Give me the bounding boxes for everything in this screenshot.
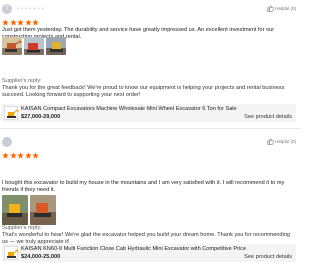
product-price: $27,000-29,000	[21, 114, 61, 120]
review-photos	[2, 37, 66, 55]
supplier-reply: Thank you for the great feedback! We're …	[2, 85, 285, 98]
helpful-button[interactable]: Helpful (0)	[267, 138, 296, 145]
product-title[interactable]: KAISAN Compact Excavators Machine Wholes…	[21, 106, 237, 113]
review-photo[interactable]	[2, 37, 22, 55]
review-card: Helpful (0) I bought this excavator to b…	[0, 133, 300, 264]
avatar	[2, 137, 12, 147]
product-thumbnail	[4, 246, 19, 260]
helpful-button[interactable]: Helpful (0)	[267, 5, 296, 12]
star-rating	[2, 19, 39, 26]
star-icon	[24, 152, 32, 159]
product-price: $24,000-25,000	[21, 254, 61, 260]
supplier-reply-label: Supplier's reply:	[2, 225, 42, 231]
star-icon	[2, 19, 9, 26]
username-masked: • • • • • • •	[17, 6, 45, 12]
review-photo[interactable]	[2, 195, 28, 225]
star-icon	[32, 19, 39, 26]
review-photo[interactable]	[24, 37, 44, 55]
star-icon	[24, 19, 32, 26]
thumbs-up-icon	[267, 5, 274, 12]
avatar: T	[2, 4, 12, 14]
review-photo[interactable]	[30, 195, 56, 225]
review-header: Helpful (0)	[2, 137, 298, 149]
supplier-reply-label: Supplier's reply:	[2, 78, 42, 84]
review-photo[interactable]	[46, 37, 66, 55]
helpful-count: Helpful (0)	[275, 139, 296, 144]
see-product-details-link[interactable]: See product details	[244, 254, 292, 261]
star-icon	[2, 152, 9, 159]
star-icon	[17, 19, 24, 26]
helpful-count: Helpful (0)	[275, 6, 296, 11]
review-card: T • • • • • • • Helpful (0) Just got the…	[0, 0, 300, 127]
star-rating	[2, 152, 39, 159]
star-icon	[9, 19, 17, 26]
review-photos	[2, 195, 56, 225]
review-text: I bought this excavator to build my hous…	[2, 180, 285, 193]
product-title[interactable]: KAISAN KN60-9 Multi Function Close Cab H…	[21, 246, 246, 253]
divider	[0, 128, 300, 129]
product-card[interactable]: KAISAN KN60-9 Multi Function Close Cab H…	[2, 244, 296, 262]
star-icon	[17, 152, 24, 159]
star-icon	[9, 152, 17, 159]
star-icon	[32, 152, 39, 159]
review-header: T • • • • • • • Helpful (0)	[2, 4, 298, 16]
thumbs-up-icon	[267, 138, 274, 145]
see-product-details-link[interactable]: See product details	[244, 114, 292, 121]
product-thumbnail	[4, 106, 19, 120]
product-card[interactable]: KAISAN Compact Excavators Machine Wholes…	[2, 104, 296, 122]
